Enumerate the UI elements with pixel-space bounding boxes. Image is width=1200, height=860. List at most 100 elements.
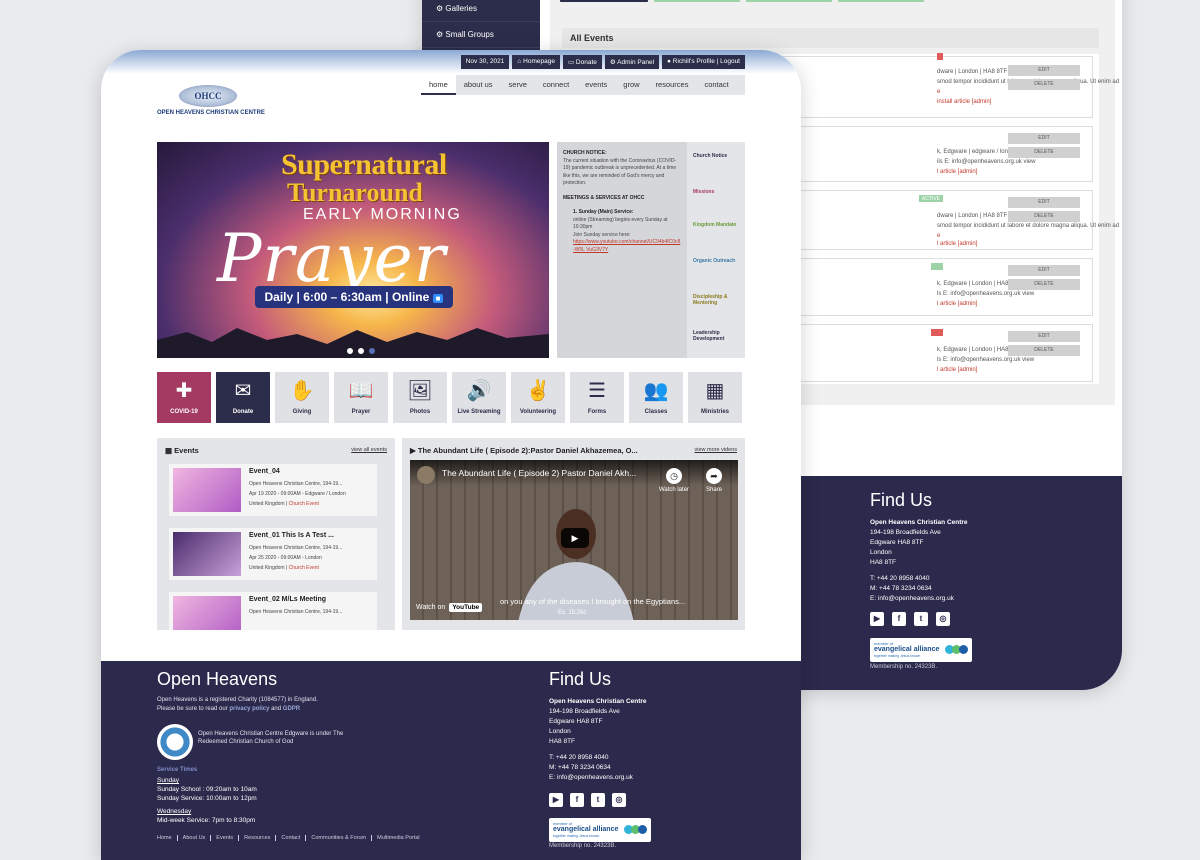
classes-tile[interactable]: 👥 Classes [629, 372, 683, 423]
nav-about-us[interactable]: about us [456, 75, 501, 95]
event-meta-text: install article [admin] [937, 99, 992, 105]
email[interactable]: E: info@openheavens.org.uk [549, 773, 633, 783]
plus-circle-icon: ✚ [175, 380, 193, 402]
nav-home[interactable]: home [421, 75, 456, 95]
youtube-icon[interactable]: ▶ [549, 793, 563, 807]
instagram-icon[interactable]: ◎ [612, 793, 626, 807]
nav-resources[interactable]: resources [648, 75, 697, 95]
twitter-icon[interactable]: t [591, 793, 605, 807]
phone: T: +44 20 8958 4040 [549, 754, 609, 761]
delete-button[interactable]: DELETE [1008, 79, 1080, 90]
youtube-icon: ▶ [410, 446, 418, 455]
status-badge: ACTIVE [919, 195, 944, 202]
tab-missions[interactable]: Missions [687, 178, 745, 214]
admin-top-button[interactable] [838, 0, 924, 2]
ministries-tile[interactable]: ▦ Ministries [688, 372, 742, 423]
youtube-logo: YouTube [449, 603, 483, 612]
admin-top-button[interactable] [654, 0, 740, 2]
footer-link-events[interactable]: Events [211, 835, 240, 841]
footer-link-home[interactable]: Home [157, 835, 178, 841]
nav-contact[interactable]: contact [696, 75, 736, 95]
sidebar-item-small-groups[interactable]: ⚙ Small Groups [422, 22, 540, 48]
edit-button[interactable]: EDIT [1008, 197, 1080, 208]
event-item[interactable]: Event_04 Open Heavens Christian Centre, … [169, 464, 377, 516]
event-category[interactable]: Church Event [289, 565, 319, 571]
hero-slider[interactable]: Supernatural Turnaround EARLY MORNING Pr… [157, 142, 549, 358]
nav-events[interactable]: events [577, 75, 615, 95]
facebook-icon[interactable]: f [570, 793, 584, 807]
delete-button[interactable]: DELETE [1008, 147, 1080, 158]
footer-link-forum[interactable]: Communities & Forum [306, 835, 373, 841]
tab-church-notice[interactable]: Church Notice [687, 142, 745, 178]
footer-link-contact[interactable]: Contact [276, 835, 307, 841]
all-events-heading: All Events [562, 28, 1099, 48]
watch-later-button[interactable]: ◷ Watch later [654, 468, 694, 493]
view-all-events-link[interactable]: view all events [351, 447, 387, 453]
tab-organic-outreach[interactable]: Organic Outreach [687, 250, 745, 286]
donate-tile[interactable]: ✉ Donate [216, 372, 270, 423]
youtube-channel-link[interactable]: https://www.youtube.com/channel/UC94b4fC… [573, 239, 681, 254]
edit-button[interactable]: EDIT [1008, 133, 1080, 144]
sidebar-item-galleries[interactable]: ⚙ Galleries [422, 0, 540, 22]
site-logo[interactable]: OHCC OPEN HEAVENS CHRISTIAN CENTRE [157, 85, 265, 121]
giving-tile[interactable]: ✋ Giving [275, 372, 329, 423]
nav-connect[interactable]: connect [535, 75, 577, 95]
midweek-service: Mid-week Service: 7pm to 8:30pm [157, 817, 256, 824]
evangelical-alliance-logo[interactable]: member of evangelical alliance together … [870, 638, 972, 662]
notice-text: The current situation with the Coronavir… [563, 157, 677, 187]
footer-link-about[interactable]: About Us [178, 835, 212, 841]
notice-list-item: 1. Sunday (Main) Service: online (Stream… [573, 209, 681, 254]
event-category[interactable]: Church Event [289, 501, 319, 507]
delete-button[interactable]: DELETE [1008, 279, 1080, 290]
homepage-link[interactable]: ⌂ Homepage [512, 55, 560, 69]
live-streaming-tile[interactable]: 🔊 Live Streaming [452, 372, 506, 423]
view-more-videos-link[interactable]: view more videos [695, 447, 738, 453]
youtube-icon[interactable]: ▶ [870, 612, 884, 626]
slider-dot[interactable] [358, 348, 364, 354]
event-description: ils E: info@openheavens.org.uk view [937, 159, 1036, 165]
covid-19-tile[interactable]: ✚ COVID-19 [157, 372, 211, 423]
share-button[interactable]: ➦ Share [694, 468, 734, 493]
edit-button[interactable]: EDIT [1008, 65, 1080, 76]
channel-avatar[interactable] [417, 466, 435, 484]
event-item[interactable]: Event_02 M/Ls Meeting Open Heavens Chris… [169, 592, 377, 630]
play-button[interactable]: ▶ [561, 528, 589, 548]
event-item[interactable]: Event_01 This Is A Test ... Open Heavens… [169, 528, 377, 580]
tile-label: Photos [409, 409, 431, 415]
tab-discipleship[interactable]: Discipleship & Mentoring [687, 286, 745, 322]
edit-button[interactable]: EDIT [1008, 265, 1080, 276]
prayer-tile[interactable]: 📖 Prayer [334, 372, 388, 423]
delete-button[interactable]: DELETE [1008, 211, 1080, 222]
instagram-icon[interactable]: ◎ [936, 612, 950, 626]
volunteering-tile[interactable]: ✌ Volunteering [511, 372, 565, 423]
footer-link-resources[interactable]: Resources [239, 835, 277, 841]
tab-leadership[interactable]: Leadership Development [687, 322, 745, 358]
footer-link-multimedia[interactable]: Multimedia Portal [372, 835, 425, 841]
admin-top-button[interactable] [746, 0, 832, 2]
nav-grow[interactable]: grow [615, 75, 647, 95]
tab-kingdom-mandate[interactable]: Kingdom Mandate [687, 214, 745, 250]
video-player[interactable]: The Abundant Life ( Episode 2) Pastor Da… [410, 460, 738, 620]
admin-panel-link[interactable]: ⚙ Admin Panel [604, 55, 660, 69]
event-country-text: United Kingdom | [249, 501, 289, 507]
photos-tile[interactable]: 🖼 Photos [393, 372, 447, 423]
donate-link[interactable]: ▭ Donate [562, 55, 602, 69]
gdpr-link[interactable]: GDPR [283, 706, 300, 712]
tile-label: Prayer [351, 409, 371, 415]
admin-top-button[interactable] [560, 0, 648, 2]
mobile: M: +44 78 3234 0634 [549, 764, 611, 771]
video-camera-icon: ■ [432, 294, 444, 303]
watch-on-youtube[interactable]: Watch on YouTube [416, 603, 483, 612]
profile-logout-link[interactable]: ● Richill's Profile | Logout [662, 55, 745, 69]
edit-button[interactable]: EDIT [1008, 331, 1080, 342]
nav-serve[interactable]: serve [501, 75, 535, 95]
event-venue: Open Heavens Christian Centre, 194-19... [249, 481, 343, 487]
twitter-icon[interactable]: t [914, 612, 928, 626]
slider-dot[interactable] [347, 348, 353, 354]
facebook-icon[interactable]: f [892, 612, 906, 626]
slider-dot-active[interactable] [369, 348, 375, 354]
forms-tile[interactable]: ☰ Forms [570, 372, 624, 423]
delete-button[interactable]: DELETE [1008, 345, 1080, 356]
evangelical-alliance-logo[interactable]: member of evangelical alliance together … [549, 818, 651, 842]
privacy-policy-link[interactable]: privacy policy [229, 706, 269, 712]
